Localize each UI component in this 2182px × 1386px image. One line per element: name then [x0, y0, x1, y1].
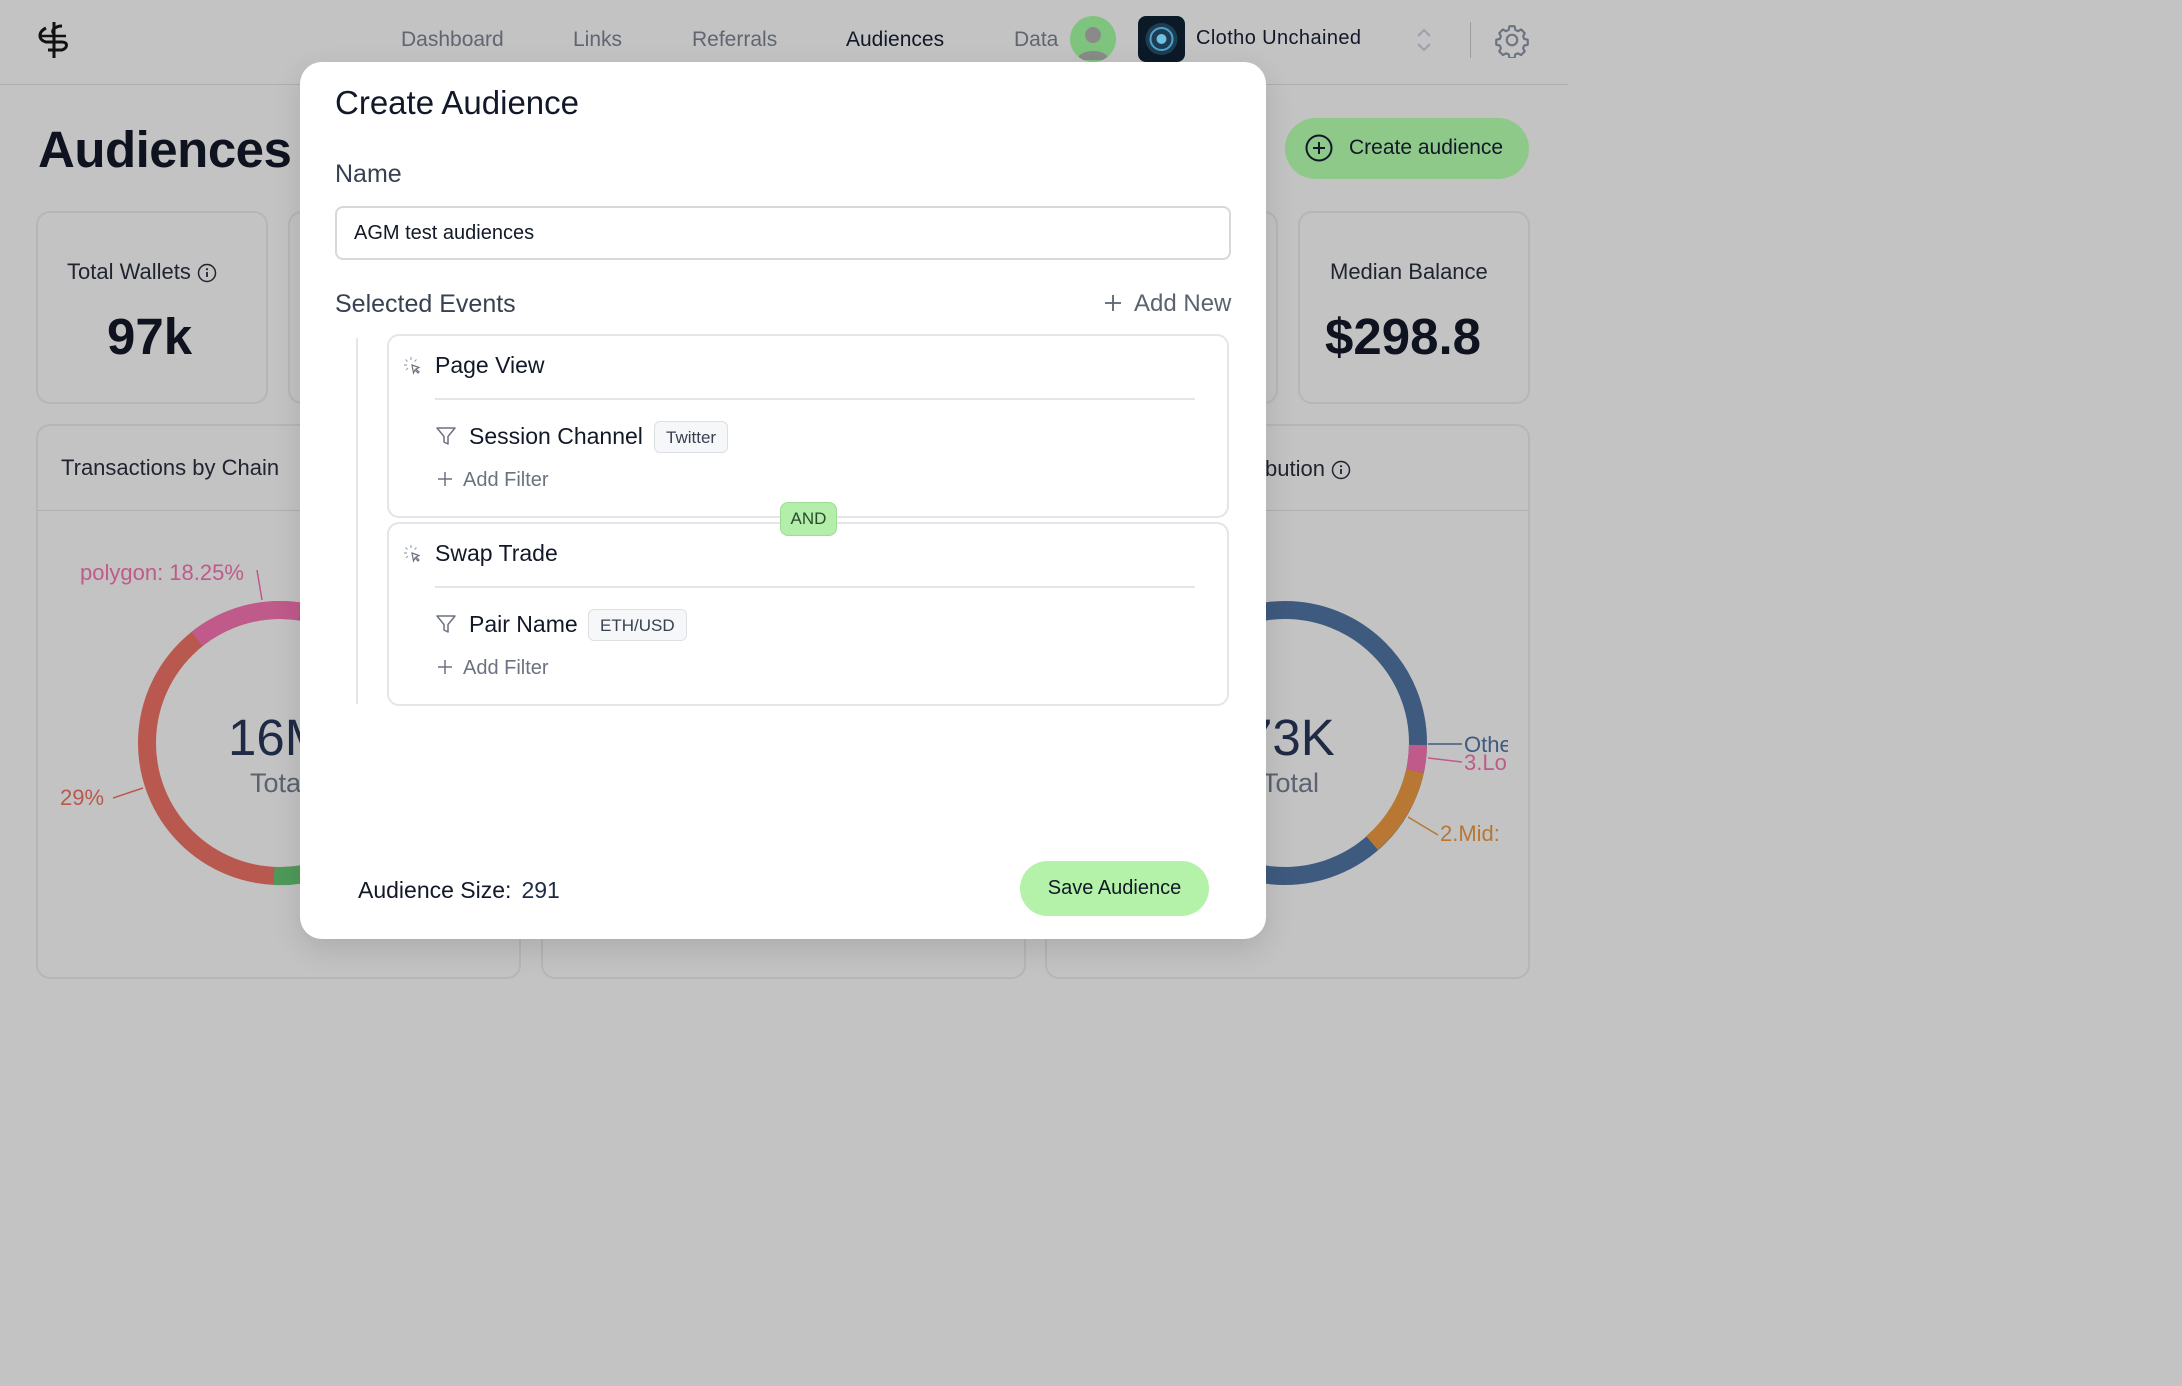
leader-line	[113, 787, 144, 799]
and-connector-badge[interactable]: AND	[780, 502, 837, 536]
selected-events-label: Selected Events	[335, 290, 516, 318]
event-divider	[435, 398, 1195, 400]
audience-name-input[interactable]	[335, 206, 1231, 260]
add-filter-label: Add Filter	[463, 657, 549, 679]
event-title: Page View	[435, 352, 545, 378]
right-donut-label-low: 3.Lo	[1464, 750, 1507, 775]
audience-size-value: 291	[521, 877, 560, 903]
right-donut-label-mid: 2.Mid:	[1440, 821, 1500, 846]
leader-line	[1408, 816, 1439, 836]
total-wallets-label: Total Wallets	[67, 259, 191, 284]
donut-segment-pink	[1406, 744, 1427, 773]
create-audience-label: Create audience	[1349, 136, 1504, 159]
nav-data[interactable]: Data	[1014, 28, 1058, 52]
filter-funnel-icon	[435, 425, 457, 447]
audience-size-label: Audience Size:	[358, 877, 512, 903]
project-logo-icon[interactable]	[1138, 16, 1185, 62]
plus-icon	[437, 659, 453, 675]
median-balance-label: Median Balance	[1330, 259, 1488, 284]
settings-gear-icon[interactable]	[1494, 22, 1530, 58]
info-icon[interactable]	[1331, 460, 1351, 480]
cursor-click-icon	[403, 356, 423, 376]
total-wallets-value: 97k	[107, 308, 193, 365]
add-filter-label: Add Filter	[463, 469, 549, 491]
donut-segment-polygon	[191, 600, 302, 647]
event-card: Page View Session Channel Twitter Add Fi…	[387, 334, 1229, 518]
nav-referrals[interactable]: Referrals	[692, 28, 777, 52]
left-donut-label-polygon: polygon: 18.25%	[80, 560, 244, 585]
left-donut-center-label: Total	[250, 768, 308, 798]
chart-title-distribution: bution	[1265, 456, 1325, 481]
app-logo-icon[interactable]	[32, 18, 76, 62]
create-audience-button[interactable]: Create audience	[1285, 118, 1529, 179]
plus-icon	[437, 471, 453, 487]
add-filter-button[interactable]: Add Filter	[437, 469, 549, 492]
modal-title: Create Audience	[335, 84, 580, 121]
project-name[interactable]: Clotho Unchained	[1196, 27, 1361, 50]
page-title: Audiences	[38, 121, 292, 178]
event-title: Swap Trade	[435, 540, 558, 566]
stat-card-total-wallets: Total Wallets 97k	[36, 211, 268, 404]
header-divider	[1470, 22, 1471, 58]
add-new-event-button[interactable]: Add New	[1102, 290, 1231, 318]
median-balance-value: $298.8	[1325, 308, 1481, 365]
info-icon[interactable]	[197, 263, 217, 283]
audience-size: Audience Size: 291	[358, 877, 560, 904]
project-switcher-chevron-icon[interactable]	[1412, 24, 1436, 56]
cursor-click-icon	[403, 544, 423, 564]
plus-icon	[1102, 292, 1124, 314]
leader-line	[256, 570, 263, 601]
event-card: Swap Trade Pair Name ETH/USD Add Filter	[387, 522, 1229, 706]
nav-audiences[interactable]: Audiences	[846, 28, 944, 52]
events-timeline-line	[356, 338, 358, 704]
create-audience-modal: Create Audience Name Selected Events Add…	[300, 62, 1266, 939]
filter-name: Pair Name	[469, 611, 578, 637]
filter-value-badge[interactable]: ETH/USD	[588, 609, 687, 641]
user-avatar[interactable]	[1070, 16, 1116, 62]
right-donut-labels-clip: Othe 3.Lo	[1464, 730, 1508, 790]
event-divider	[435, 586, 1195, 588]
add-new-label: Add New	[1134, 290, 1232, 317]
leader-lines	[1428, 743, 1463, 763]
filter-funnel-icon	[435, 613, 457, 635]
save-audience-button[interactable]: Save Audience	[1020, 861, 1209, 916]
stat-card-median-balance: Median Balance $298.8	[1298, 211, 1530, 404]
chart-title-row: bution	[1265, 456, 1351, 482]
plus-circle-icon	[1305, 134, 1333, 162]
right-donut-center-label: Total	[1262, 768, 1320, 798]
name-label: Name	[335, 160, 402, 188]
filter-value-badge[interactable]: Twitter	[654, 421, 729, 453]
chart-title-transactions: Transactions by Chain	[61, 455, 280, 480]
filter-name: Session Channel	[469, 423, 643, 449]
add-filter-button[interactable]: Add Filter	[437, 657, 549, 680]
nav-dashboard[interactable]: Dashboard	[401, 28, 504, 52]
nav-links[interactable]: Links	[573, 28, 622, 52]
stat-label-row: Total Wallets	[67, 259, 217, 285]
left-donut-label-29: 29%	[60, 785, 105, 810]
